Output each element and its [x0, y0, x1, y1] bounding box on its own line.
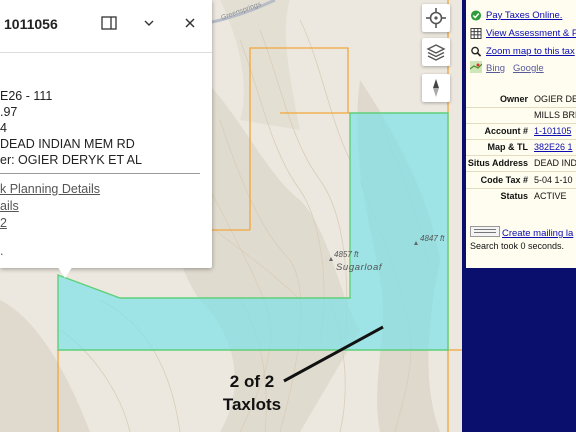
- zoom-map-link[interactable]: Zoom map to this tax: [470, 46, 575, 57]
- popup-acreage: .97: [0, 105, 18, 119]
- account-link[interactable]: 1-101105: [534, 126, 571, 136]
- popup-address: DEAD INDIAN MEM RD: [0, 137, 135, 151]
- popup-link-4[interactable]: .: [0, 244, 3, 258]
- magnifier-icon: [471, 46, 482, 57]
- popup-link-2[interactable]: ails: [0, 199, 19, 213]
- peak-elevation-2: 4847 ft: [420, 234, 445, 243]
- locate-icon: [426, 8, 446, 28]
- popup-rule: [0, 173, 200, 174]
- popup-divider: [0, 52, 212, 53]
- situs-label: Situs Address: [467, 158, 528, 168]
- close-icon: [185, 18, 195, 28]
- close-button[interactable]: [181, 14, 199, 32]
- caption-line-2: Taxlots: [222, 395, 282, 414]
- row-divider: [466, 188, 576, 189]
- account-label: Account #: [484, 126, 528, 136]
- row-divider: [466, 171, 576, 172]
- check-icon: [470, 10, 482, 21]
- popup-title: 1011056: [4, 16, 58, 32]
- row-divider: [466, 139, 576, 140]
- create-mailing-label-link[interactable]: Create mailing la: [502, 228, 573, 239]
- taxlot-caption: 2 of 2 Taxlots: [212, 370, 292, 416]
- map-icon: [469, 60, 483, 73]
- dock-icon: [101, 16, 117, 30]
- compass-icon: [433, 79, 439, 97]
- planning-details-link[interactable]: k Planning Details: [0, 182, 100, 196]
- search-status: Search took 0 seconds.: [470, 241, 565, 251]
- peak-elevation-1: 4857 ft: [334, 250, 359, 259]
- popup-owner: er: OGIER DERYK ET AL: [0, 153, 142, 167]
- caption-line-1: 2 of 2: [229, 372, 275, 391]
- dock-button[interactable]: [100, 14, 118, 32]
- map-tl-label: Map & TL: [487, 142, 529, 152]
- code-tax-value: 5-04 1-10: [534, 175, 573, 185]
- layers-icon: [426, 44, 446, 61]
- owner-value: OGIER DE: [534, 94, 576, 104]
- bing-link[interactable]: Bing: [486, 63, 505, 74]
- parcel-info-panel: Pay Taxes Online. View Assessment & P Zo…: [466, 0, 576, 268]
- row-divider: [466, 123, 576, 124]
- situs-value: DEAD INDI: [534, 158, 576, 168]
- chevron-down-icon: [144, 20, 154, 26]
- owner2-value: MILLS BRE: [534, 110, 576, 120]
- google-link[interactable]: Google: [513, 63, 544, 74]
- layers-button[interactable]: [422, 38, 450, 66]
- table-icon: [470, 28, 482, 39]
- collapse-button[interactable]: [140, 14, 158, 32]
- row-divider: [466, 107, 576, 108]
- view-assessment-link[interactable]: View Assessment & P: [470, 28, 576, 39]
- peak-name: Sugarloaf: [336, 262, 383, 273]
- locate-button[interactable]: [422, 4, 450, 32]
- code-tax-label: Code Tax #: [480, 175, 528, 185]
- row-divider: [466, 155, 576, 156]
- popup-code: 4: [0, 121, 7, 135]
- mailing-label-icon: [470, 226, 500, 237]
- compass-button[interactable]: [422, 74, 450, 102]
- popup-pointer: [57, 266, 73, 278]
- status-value: ACTIVE: [534, 191, 567, 201]
- parcel-popup[interactable]: 1011056 E26 - 111 .97 4 DEAD INDIAN MEM …: [0, 0, 212, 278]
- map-tl-link[interactable]: 382E26 1: [534, 142, 573, 152]
- popup-map-taxlot: E26 - 111: [0, 89, 53, 103]
- status-label: Status: [500, 191, 528, 201]
- info-sidebar: Pay Taxes Online. View Assessment & P Zo…: [462, 0, 576, 432]
- pay-taxes-link[interactable]: Pay Taxes Online.: [470, 10, 562, 21]
- popup-link-3[interactable]: 2: [0, 216, 7, 230]
- owner-label: Owner: [499, 94, 528, 104]
